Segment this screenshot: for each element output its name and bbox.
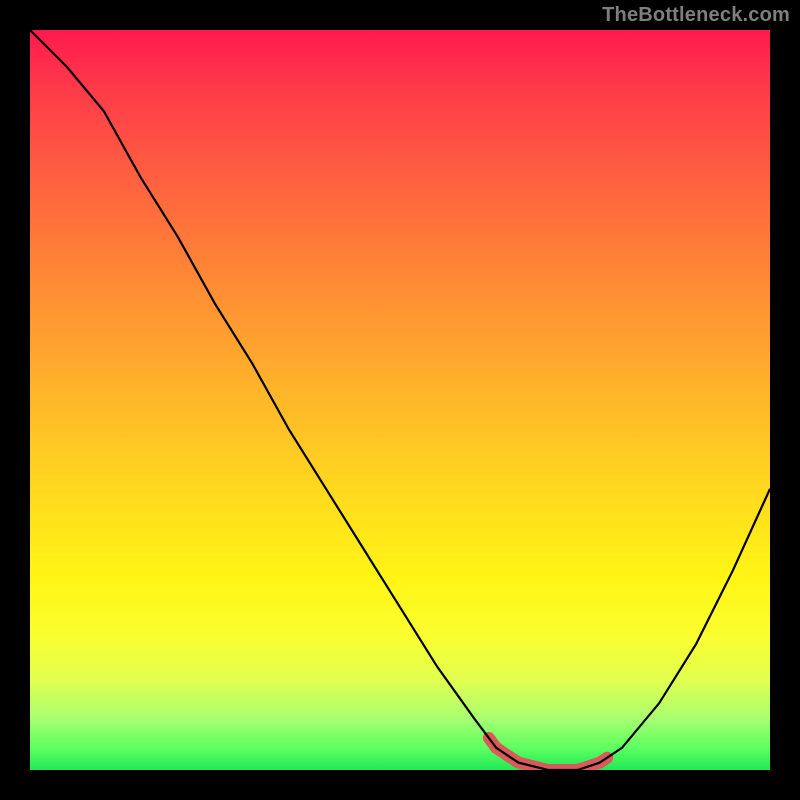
chart-svg (30, 30, 770, 770)
plot-area (30, 30, 770, 770)
bottleneck-curve (30, 30, 770, 770)
attribution-label: TheBottleneck.com (602, 4, 790, 27)
chart-frame: TheBottleneck.com (0, 0, 800, 800)
